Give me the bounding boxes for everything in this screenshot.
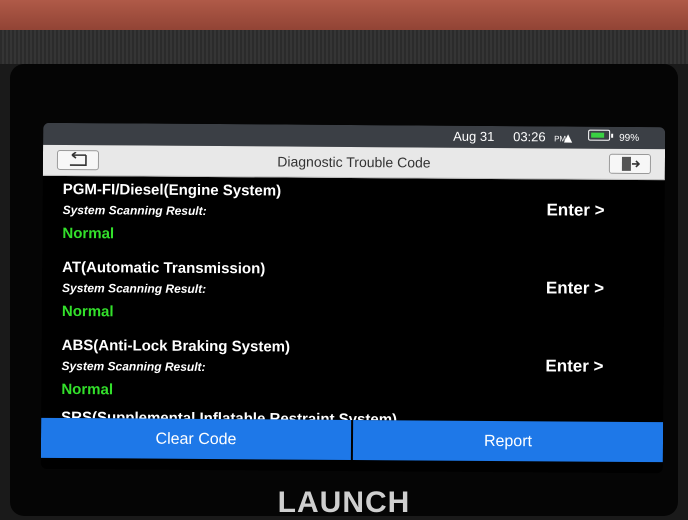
system-name: PGM-FI/Diesel(Engine System) <box>62 180 282 200</box>
wifi-icon: ▲ <box>561 129 576 146</box>
system-item-engine[interactable]: PGM-FI/Diesel(Engine System) System Scan… <box>42 175 665 257</box>
system-sub-label: System Scanning Result: <box>62 280 207 296</box>
footer-toolbar: Clear Code Report <box>40 417 664 463</box>
page-title: Diagnostic Trouble Code <box>277 153 431 171</box>
system-list: PGM-FI/Diesel(Engine System) System Scan… <box>41 175 665 422</box>
status-date: Aug 31 <box>453 128 495 144</box>
device-grip <box>0 30 688 64</box>
system-result: Normal <box>61 380 114 399</box>
status-battery: 99% <box>619 132 640 144</box>
enter-button[interactable]: Enter > <box>545 356 603 376</box>
device-screen: Aug 31 03:26 PM ▲ 99% Diagnostic Trouble… <box>40 122 666 474</box>
exit-door-icon <box>621 156 641 171</box>
battery-icon <box>588 129 611 141</box>
system-name: AT(Automatic Transmission) <box>62 258 266 278</box>
system-item-abs[interactable]: ABS(Anti-Lock Braking System) System Sca… <box>41 331 664 413</box>
enter-button[interactable]: Enter > <box>546 200 604 220</box>
system-result: Normal <box>61 302 114 321</box>
clear-code-button[interactable]: Clear Code <box>40 417 352 460</box>
status-time: 03:26 <box>513 129 546 145</box>
system-result: Normal <box>62 224 115 243</box>
brand-logo: LAUNCH <box>277 486 411 519</box>
exit-button[interactable] <box>608 153 652 175</box>
enter-button[interactable]: Enter > <box>546 278 604 298</box>
report-button[interactable]: Report <box>352 420 664 463</box>
system-item-transmission[interactable]: AT(Automatic Transmission) System Scanni… <box>42 253 665 335</box>
system-sub-label: System Scanning Result: <box>61 358 206 374</box>
system-sub-label: System Scanning Result: <box>62 202 207 218</box>
system-name: ABS(Anti-Lock Braking System) <box>61 336 291 356</box>
